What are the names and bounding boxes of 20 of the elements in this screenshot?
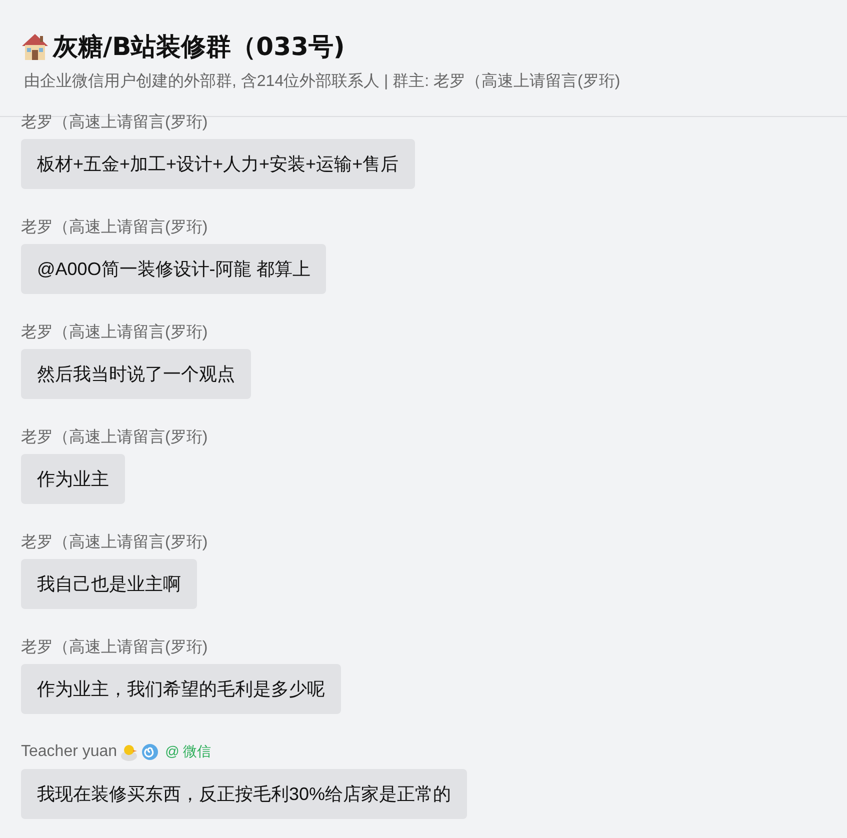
chick-icon bbox=[119, 742, 140, 762]
message-bubble: 板材+五金+加工+设计+人力+安装+运输+售后 bbox=[21, 139, 415, 189]
group-subtitle: 由企业微信用户创建的外部群, 含214位外部联系人 | 群主: 老罗（高速上请留言(罗珩) bbox=[24, 72, 622, 92]
sender-name: 老罗（高速上请留言(罗珩) bbox=[21, 322, 208, 342]
message-bubble: 作为业主 bbox=[21, 454, 125, 504]
message-bubble: 我现在装修买东西，反正按毛利30%给店家是正常的 bbox=[21, 769, 468, 819]
group-title: 灰糖/B站装修群（033号) bbox=[53, 31, 345, 63]
sender-name: Teacher yuan bbox=[21, 743, 118, 761]
message-bubble: 我自己也是业主啊 bbox=[21, 559, 197, 609]
sender-name: 老罗（高速上请留言(罗珩) bbox=[21, 218, 208, 238]
sender-name: 老罗（高速上请留言(罗珩) bbox=[21, 532, 208, 552]
sender-name: 老罗（高速上请留言(罗珩) bbox=[21, 112, 208, 132]
sender-name: 老罗（高速上请留言(罗珩) bbox=[21, 428, 208, 448]
message-bubble: 作为业主，我们希望的毛利是多少呢 bbox=[21, 664, 341, 714]
message-bubble: 然后我当时说了一个观点 bbox=[21, 349, 251, 399]
swirl-icon bbox=[141, 743, 160, 761]
sender-name: 老罗（高速上请留言(罗珩) bbox=[21, 638, 208, 658]
house-icon bbox=[20, 32, 50, 62]
message-bubble: @A00O简一装修设计-阿龍 都算上 bbox=[21, 244, 326, 294]
source-label: @ 微信 bbox=[165, 743, 212, 761]
